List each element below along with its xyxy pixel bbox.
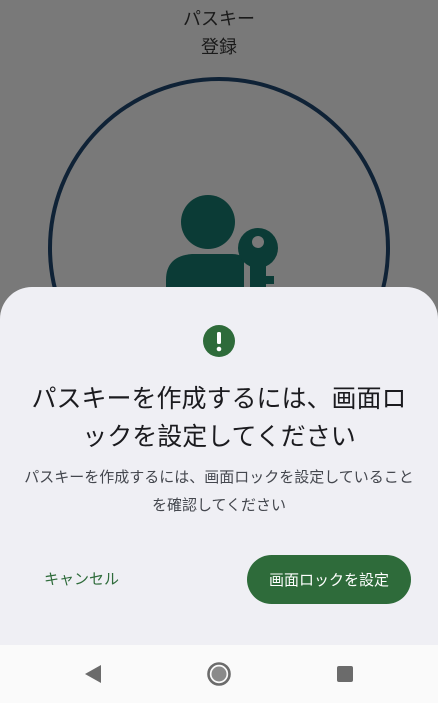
person-with-key-icon: [166, 195, 278, 302]
set-screen-lock-button[interactable]: 画面ロックを設定: [247, 555, 411, 604]
dialog-body: パスキーを作成するには、画面ロックを設定していることを確認してください: [24, 468, 414, 514]
bottom-sheet-dialog: パスキーを作成するには、画面ロックを設定してください パスキーを作成するには、画…: [0, 287, 438, 645]
passkey-registration-screen: パスキー 登録 パスキーを作成するには、画面ロックを設定してください パスキーを…: [0, 0, 438, 645]
page-title-line1: パスキー: [183, 9, 255, 30]
dialog-title: パスキーを作成するには、画面ロックを設定してください: [31, 384, 407, 451]
back-triangle-icon[interactable]: [78, 659, 108, 689]
recents-square-icon[interactable]: [330, 659, 360, 689]
home-circle-icon[interactable]: [204, 659, 234, 689]
exclamation-circle-icon: [203, 325, 235, 357]
system-navigation-bar: [0, 645, 438, 703]
cancel-button[interactable]: キャンセル: [28, 555, 135, 603]
page-title-line2: 登録: [201, 37, 237, 58]
page-title: パスキー 登録: [0, 6, 438, 62]
